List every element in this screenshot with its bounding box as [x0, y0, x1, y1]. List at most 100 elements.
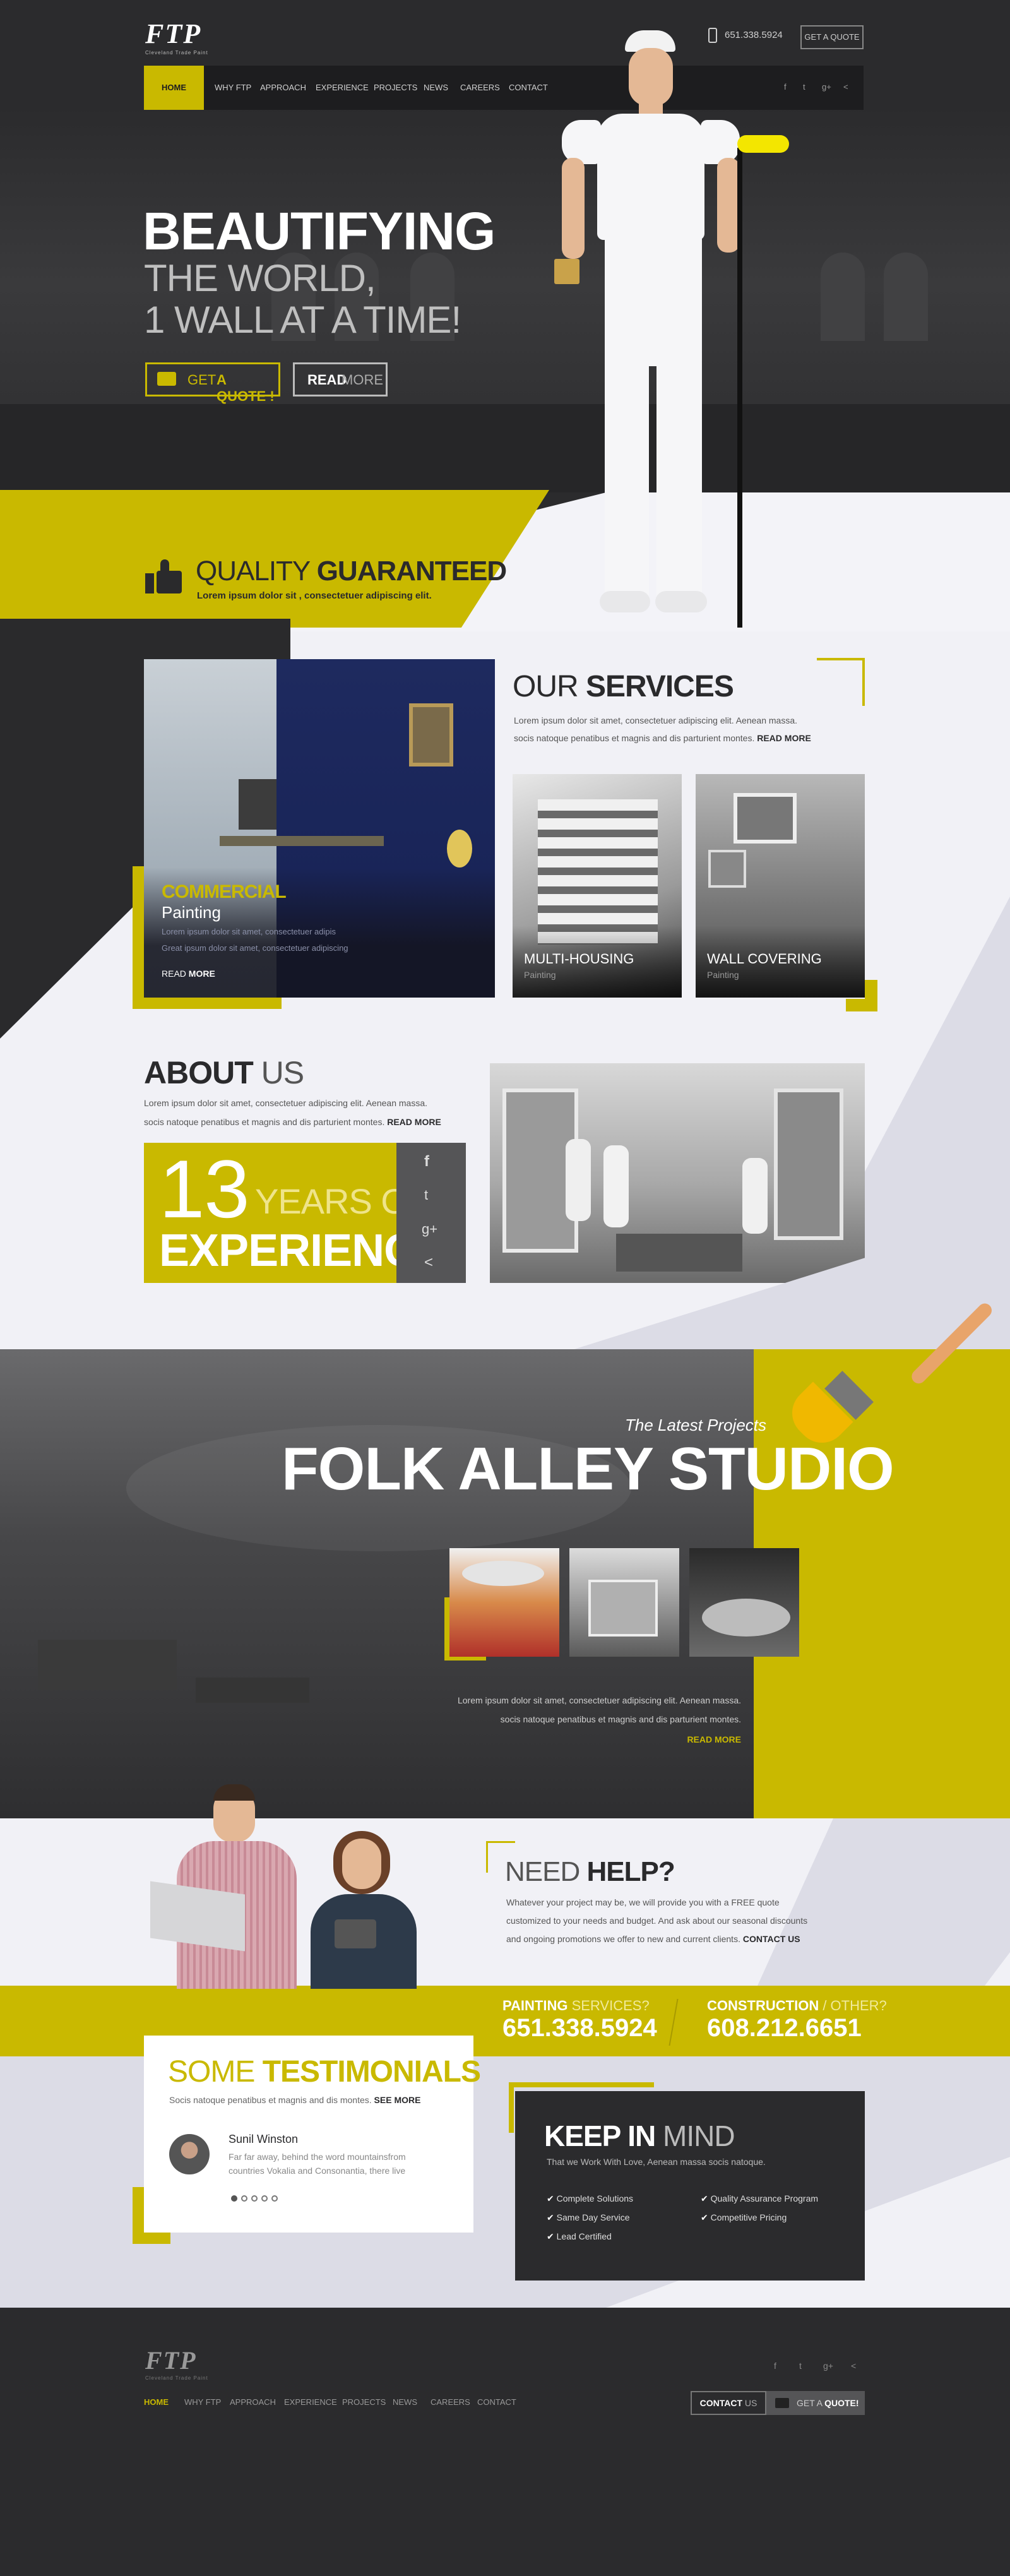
read-btn-label-a: READ: [307, 372, 347, 388]
read-btn-label-b: MORE: [342, 372, 383, 388]
testimonial-quote-2: countries Vokalia and Consonantia, there…: [229, 2166, 406, 2176]
roller-pole: [737, 148, 742, 628]
googleplus-icon[interactable]: g+: [822, 82, 831, 92]
painter-left-shoe: [600, 591, 650, 612]
nav-home[interactable]: HOME: [144, 66, 204, 110]
experience-years: 13: [159, 1143, 250, 1235]
testimonial-avatar: [169, 2134, 210, 2174]
testimonials-subtitle: Socis natoque penatibus et magnis and di…: [169, 2095, 421, 2105]
footer-nav-news[interactable]: NEWS: [393, 2397, 417, 2407]
about-team-photo: [490, 1063, 865, 1283]
commercial-read-more[interactable]: READ MORE: [162, 969, 215, 979]
footer-quote-label: GET A QUOTE!: [797, 2398, 859, 2408]
painter-overalls: [605, 234, 702, 366]
footer-nav-home[interactable]: HOME: [144, 2397, 169, 2407]
wall-covering-title: WALL COVERING: [707, 951, 822, 967]
pager-dot[interactable]: [251, 2195, 258, 2202]
help-text-3: and ongoing promotions we offer to new a…: [506, 1934, 800, 1944]
logo-text: FTP: [145, 18, 202, 49]
quote-btn-label-a: GET: [187, 372, 217, 388]
pager-dot[interactable]: [271, 2195, 278, 2202]
floor-shadow: [0, 404, 1010, 492]
footer-twitter-icon[interactable]: t: [799, 2361, 802, 2371]
brand-logo[interactable]: FTP Cleveland Trade Paint: [145, 18, 208, 56]
nav-experience[interactable]: EXPERIENCE: [316, 66, 369, 110]
painter-right-leg: [656, 360, 702, 600]
footer-nav-experience[interactable]: EXPERIENCE: [284, 2397, 337, 2407]
painter-figure: [543, 25, 808, 631]
projects-text-1: Lorem ipsum dolor sit amet, consectetuer…: [457, 1695, 741, 1705]
chat-icon: [775, 2398, 789, 2408]
hero-read-more-button[interactable]: READ MORE: [293, 362, 388, 397]
footer-quote-button[interactable]: GET A QUOTE!: [766, 2391, 865, 2415]
woman-face: [342, 1839, 381, 1889]
services-accent-corner: [817, 658, 865, 706]
help-text-1: Whatever your project may be, we will pr…: [506, 1897, 780, 1907]
nav-projects[interactable]: PROJECTS: [374, 66, 417, 110]
nav-why-ftp[interactable]: WHY FTP: [215, 66, 251, 110]
twitter-icon[interactable]: t: [424, 1187, 428, 1203]
footer-facebook-icon[interactable]: f: [774, 2361, 776, 2371]
footer-logo[interactable]: FTP Cleveland Trade Paint: [145, 2346, 208, 2381]
quality-title-a: QUALITY: [196, 556, 317, 587]
projects-text-2: socis natoque penatibus et magnis and di…: [500, 1714, 741, 1724]
painter-torso: [597, 114, 704, 240]
hero-quote-button[interactable]: GET A QUOTE !: [145, 362, 280, 404]
header-quote-button[interactable]: GET A QUOTE: [800, 25, 864, 49]
wall-covering-subtitle: Painting: [707, 970, 739, 980]
projects-read-more[interactable]: READ MORE: [631, 1734, 741, 1744]
facebook-icon[interactable]: f: [424, 1153, 429, 1171]
thumbs-up-icon: [145, 559, 182, 593]
painter-left-leg: [605, 360, 649, 600]
testimonials-title: SOME TESTIMONIALS: [168, 2055, 481, 2089]
project-thumb-1[interactable]: [449, 1548, 559, 1657]
keep-item-1: ✔ Complete Solutions: [547, 2193, 634, 2203]
quality-title-b: GUARANTEED: [316, 556, 507, 587]
nav-approach[interactable]: APPROACH: [260, 66, 306, 110]
painting-phone[interactable]: 651.338.5924: [502, 2014, 657, 2042]
services-text-2: socis natoque penatibus et magnis and di…: [514, 733, 811, 743]
commercial-title: COMMERCIAL: [162, 881, 287, 902]
hero-subtitle-2: 1 WALL AT A TIME!: [144, 299, 461, 341]
pager-dot[interactable]: [241, 2195, 247, 2202]
quality-subtitle: Lorem ipsum dolor sit , consectetuer adi…: [197, 590, 432, 601]
quality-title: QUALITY GUARANTEED: [196, 556, 507, 587]
nav-careers[interactable]: CAREERS: [460, 66, 500, 110]
footer-googleplus-icon[interactable]: g+: [823, 2361, 833, 2371]
chat-icon: [157, 372, 176, 386]
commercial-text-2: Great ipsum dolor sit amet, consectetuer…: [162, 943, 348, 953]
tablet-icon: [335, 1919, 376, 1948]
nav-contact[interactable]: CONTACT: [509, 66, 548, 110]
pager-dot[interactable]: [261, 2195, 268, 2202]
services-accent-bar-b: [846, 999, 877, 1011]
project-thumb-3[interactable]: [689, 1548, 799, 1657]
construction-phone[interactable]: 608.212.6651: [707, 2014, 862, 2042]
footer-nav-contact[interactable]: CONTACT: [477, 2397, 516, 2407]
painting-services-label: PAINTING SERVICES?: [502, 1998, 650, 2013]
about-title: ABOUT US: [144, 1055, 304, 1090]
painter-left-arm: [562, 158, 585, 259]
googleplus-icon[interactable]: g+: [422, 1221, 437, 1237]
footer-nav-why-ftp[interactable]: WHY FTP: [184, 2397, 221, 2407]
quote-btn-label-b: A QUOTE !: [217, 372, 275, 404]
footer-share-icon[interactable]: <: [851, 2361, 856, 2371]
construction-label: CONSTRUCTION / OTHER?: [707, 1998, 887, 2013]
keep-item-5: ✔ Competitive Pricing: [701, 2212, 787, 2222]
hero-subtitle-1: THE WORLD,: [144, 257, 376, 299]
services-text-1: Lorem ipsum dolor sit amet, consectetuer…: [514, 715, 798, 725]
logo-tagline: Cleveland Trade Paint: [145, 50, 208, 56]
footer-contact-button[interactable]: CONTACT US: [691, 2391, 766, 2415]
footer-logo-tagline: Cleveland Trade Paint: [145, 2375, 208, 2381]
nav-news[interactable]: NEWS: [424, 66, 448, 110]
share-icon[interactable]: <: [424, 1254, 433, 1272]
share-icon[interactable]: <: [843, 82, 848, 92]
pager-dot-active[interactable]: [231, 2195, 237, 2202]
testimonial-name: Sunil Winston: [229, 2133, 299, 2145]
hero-title: BEAUTIFYING: [143, 201, 496, 261]
help-text-2: customized to your needs and budget. And…: [506, 1916, 808, 1926]
footer-nav-projects[interactable]: PROJECTS: [342, 2397, 386, 2407]
footer-nav-careers[interactable]: CAREERS: [431, 2397, 470, 2407]
project-thumb-2[interactable]: [569, 1548, 679, 1657]
painter-right-shoe: [655, 591, 707, 612]
footer-nav-approach[interactable]: APPROACH: [230, 2397, 276, 2407]
